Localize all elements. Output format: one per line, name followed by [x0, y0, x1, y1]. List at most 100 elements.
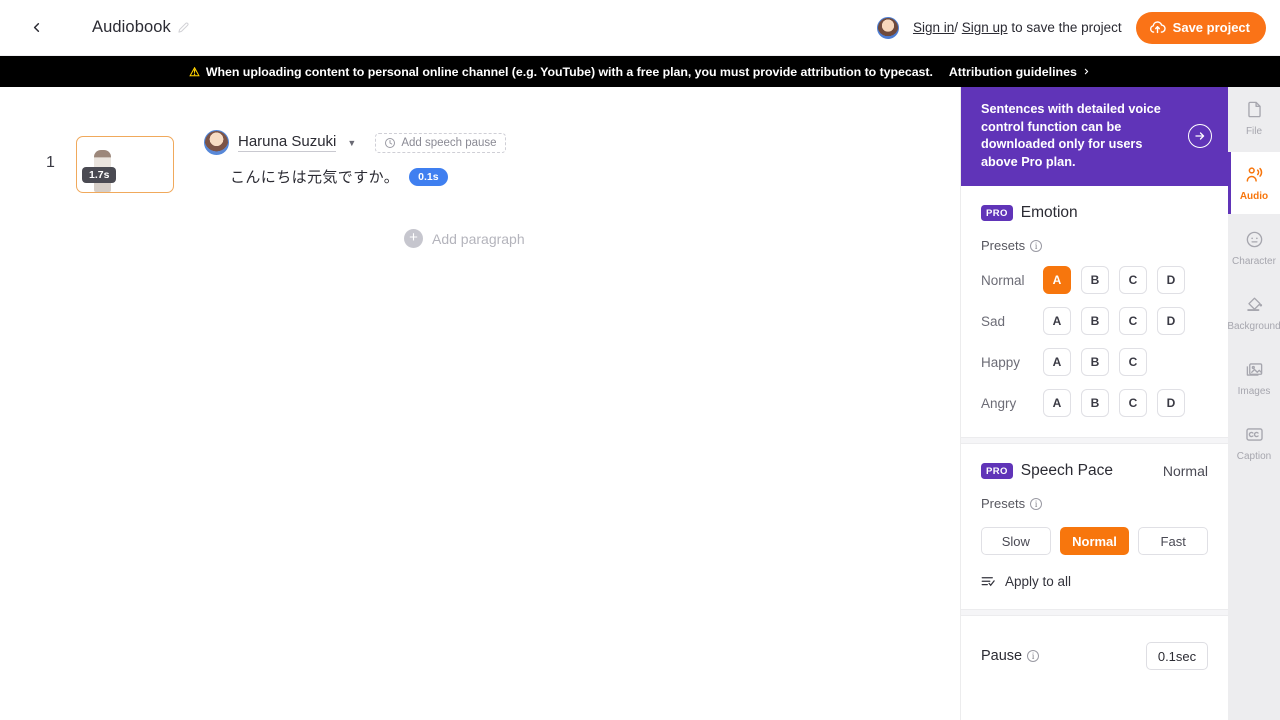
audio-person-icon: [1245, 165, 1264, 187]
emotion-option-sad-b[interactable]: B: [1081, 307, 1109, 336]
pause-section: Pause i: [961, 616, 1228, 671]
add-speech-pause-label: Add speech pause: [401, 136, 497, 149]
rail-item-label: File: [1245, 125, 1263, 137]
pause-value-input[interactable]: [1146, 642, 1208, 671]
add-paragraph-button[interactable]: + Add paragraph: [404, 229, 525, 248]
save-project-label: Save project: [1172, 20, 1250, 35]
emotion-option-normal-a[interactable]: A: [1043, 266, 1071, 295]
arrow-right-circle-icon[interactable]: [1188, 124, 1212, 149]
speech-pace-option-slow[interactable]: Slow: [981, 527, 1051, 556]
rail-item-audio[interactable]: Audio: [1228, 152, 1280, 214]
emotion-option-angry-d[interactable]: D: [1157, 389, 1185, 418]
emotion-row-label: Happy: [981, 354, 1021, 370]
apply-all-icon: [981, 577, 995, 587]
emotion-row: Sad A B C D: [981, 307, 1208, 336]
body-row: 1 1.7s Haruna Suzuki ▼ Add speech pause: [0, 87, 1280, 720]
clock-icon: [385, 137, 396, 148]
emotion-option-happy-a[interactable]: A: [1043, 348, 1071, 377]
sentence-pause-chip[interactable]: 0.1s: [409, 167, 448, 186]
sign-in-link[interactable]: Sign in: [913, 20, 954, 35]
emotion-option-angry-c[interactable]: C: [1119, 389, 1147, 418]
emotion-presets-label: Presets i: [981, 238, 1208, 253]
project-title-group[interactable]: Audiobook: [92, 18, 189, 37]
rail-item-label: Audio: [1239, 190, 1269, 202]
rail-item-label: Background: [1227, 320, 1280, 332]
emotion-option-normal-c[interactable]: C: [1119, 266, 1147, 295]
pro-plan-promo-banner[interactable]: Sentences with detailed voice control fu…: [961, 87, 1228, 187]
rail-item-label: Caption: [1236, 450, 1272, 462]
warning-triangle-icon: ⚠: [189, 64, 200, 79]
pro-badge: PRO: [981, 205, 1013, 222]
emotion-presets-text: Presets: [981, 238, 1026, 254]
emotion-option-group: ABCD: [1043, 266, 1185, 295]
paragraph-block: 1 1.7s Haruna Suzuki ▼ Add speech pause: [0, 87, 960, 193]
speech-pace-presets-text: Presets: [981, 496, 1026, 512]
file-icon: [1245, 100, 1264, 122]
apply-to-all-button[interactable]: Apply to all: [981, 574, 1071, 589]
character-face-icon: [1245, 230, 1264, 252]
speech-pace-presets-label: Presets i: [981, 496, 1208, 511]
emotion-row-label: Sad: [981, 313, 1006, 329]
signin-suffix: to save the project: [1011, 20, 1122, 35]
emotion-option-happy-b[interactable]: B: [1081, 348, 1109, 377]
signin-divider: /: [954, 20, 959, 35]
paragraph-content: Haruna Suzuki ▼ Add speech pause こんにちは元気…: [204, 124, 506, 187]
emotion-option-normal-d[interactable]: D: [1157, 266, 1185, 295]
pro-badge: PRO: [981, 463, 1013, 480]
speaker-avatar[interactable]: [204, 130, 229, 155]
emotion-row: Angry A B C D: [981, 389, 1208, 418]
add-speech-pause-button[interactable]: Add speech pause: [375, 132, 506, 153]
emotion-option-group: ABC: [1043, 348, 1147, 377]
rail-item-background[interactable]: Background: [1227, 282, 1280, 344]
emotion-option-happy-c[interactable]: C: [1119, 348, 1147, 377]
rail-item-file[interactable]: File: [1228, 87, 1280, 149]
speech-pace-option-normal[interactable]: Normal: [1059, 527, 1130, 556]
script-editor: 1 1.7s Haruna Suzuki ▼ Add speech pause: [0, 87, 960, 720]
speech-pace-option-fast[interactable]: Fast: [1138, 527, 1209, 556]
info-icon[interactable]: i: [1030, 497, 1043, 510]
emotion-option-angry-b[interactable]: B: [1081, 389, 1109, 418]
plus-circle-icon: +: [404, 229, 423, 248]
speaker-name[interactable]: Haruna Suzuki: [238, 133, 337, 152]
paint-bucket-icon: [1245, 295, 1264, 317]
speech-pace-header: PRO Speech Pace Normal: [981, 462, 1208, 480]
attribution-guidelines-label: Attribution guidelines: [948, 64, 1077, 79]
top-bar-right: Sign in/ Sign up to save the project Sav…: [876, 11, 1266, 44]
sentence-row: こんにちは元気ですか。 0.1s: [230, 166, 506, 187]
emotion-option-sad-d[interactable]: D: [1157, 307, 1185, 336]
info-icon[interactable]: i: [1030, 239, 1043, 252]
speech-pace-value: Normal: [1162, 463, 1208, 480]
back-button[interactable]: [18, 10, 54, 46]
emotion-option-angry-a[interactable]: A: [1043, 389, 1071, 418]
attribution-notice-banner: ⚠ When uploading content to personal onl…: [0, 56, 1280, 87]
emotion-rows: Normal A B C D Sad A B C D Happy A B C Angry A B C D: [981, 266, 1208, 418]
pencil-icon[interactable]: [178, 22, 189, 33]
speech-pace-title: Speech Pace: [1020, 462, 1114, 480]
tool-rail: File Audio Character Background Images Captio…: [1227, 87, 1280, 720]
sentence-text[interactable]: こんにちは元気ですか。: [230, 166, 399, 187]
avatar[interactable]: [876, 16, 899, 39]
emotion-option-normal-b[interactable]: B: [1081, 266, 1109, 295]
chevron-down-icon[interactable]: ▼: [347, 138, 356, 148]
attribution-guidelines-link[interactable]: Attribution guidelines: [949, 65, 1091, 79]
rail-item-character[interactable]: Character: [1228, 217, 1280, 279]
emotion-option-sad-a[interactable]: A: [1043, 307, 1071, 336]
rail-item-caption[interactable]: Caption: [1228, 412, 1280, 474]
rail-item-images[interactable]: Images: [1228, 347, 1280, 409]
sign-up-link[interactable]: Sign up: [962, 20, 1008, 35]
emotion-title: Emotion: [1020, 204, 1078, 222]
save-project-button[interactable]: Save project: [1135, 11, 1266, 44]
emotion-option-sad-c[interactable]: C: [1119, 307, 1147, 336]
top-bar: Audiobook Sign in/ Sign up to save the p…: [0, 0, 1280, 56]
info-icon[interactable]: i: [1027, 650, 1040, 663]
app-root: Audiobook Sign in/ Sign up to save the p…: [0, 0, 1280, 720]
speech-pace-section: PRO Speech Pace Normal Presets i Slow Nor…: [961, 444, 1228, 609]
emotion-row: Happy A B C: [981, 348, 1208, 377]
promo-text: Sentences with detailed voice control fu…: [981, 102, 1161, 169]
emotion-row-label: Angry: [981, 395, 1017, 411]
cloud-upload-icon: [1149, 21, 1166, 34]
paragraph-preview-thumbnail[interactable]: 1.7s: [76, 136, 174, 193]
rail-gap: [1228, 474, 1280, 477]
chevron-right-icon: [1084, 68, 1089, 75]
pause-label-group: Pause i: [981, 648, 1040, 664]
